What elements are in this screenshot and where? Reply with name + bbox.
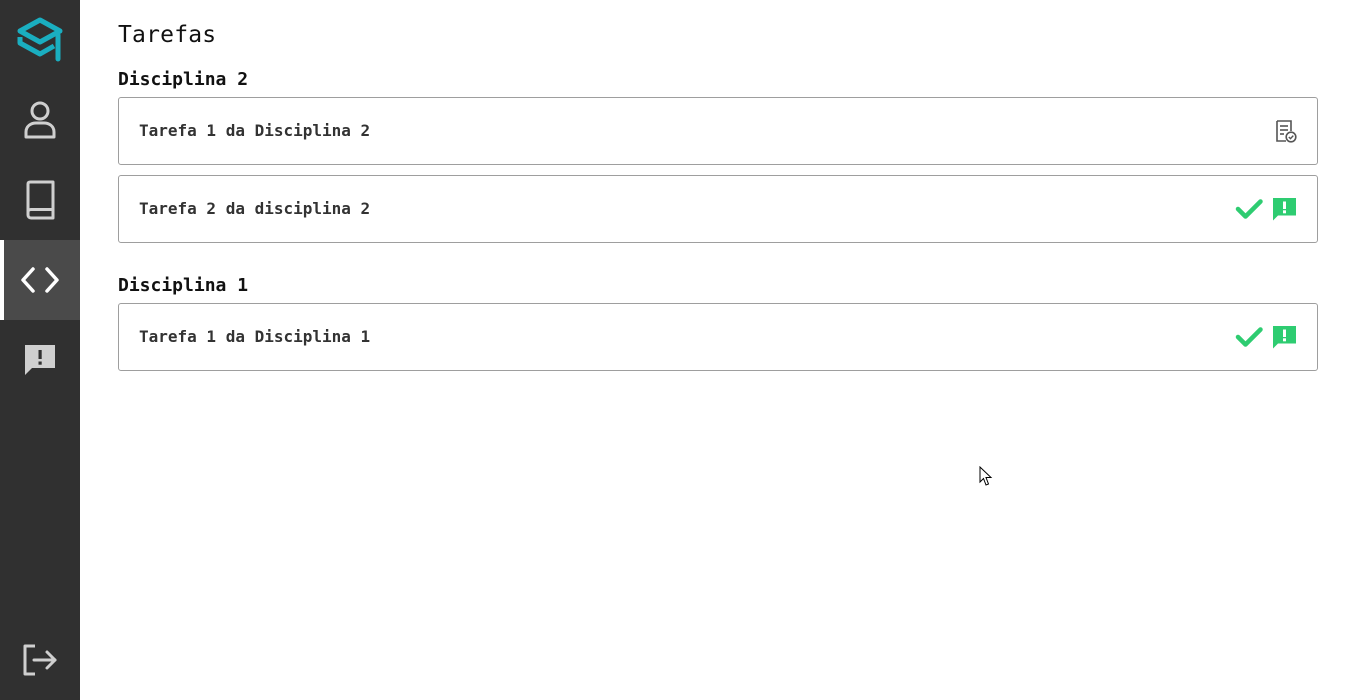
task-card[interactable]: Tarefa 1 da Disciplina 1	[118, 303, 1318, 371]
task-card[interactable]: Tarefa 1 da Disciplina 2	[118, 97, 1318, 165]
feedback-icon[interactable]	[1272, 197, 1297, 222]
nav-item-profile[interactable]	[0, 80, 80, 160]
submission-pending-icon[interactable]	[1275, 119, 1297, 143]
logout-icon	[23, 644, 57, 676]
nav-item-tasks[interactable]	[0, 240, 80, 320]
task-status-icons	[1275, 98, 1297, 164]
logout-button[interactable]	[0, 620, 80, 700]
book-icon	[26, 180, 55, 220]
nav-item-feedback[interactable]	[0, 320, 80, 400]
task-label: Tarefa 2 da disciplina 2	[139, 199, 371, 218]
task-label: Tarefa 1 da Disciplina 1	[139, 327, 371, 346]
user-icon	[24, 101, 56, 139]
task-label: Tarefa 1 da Disciplina 2	[139, 121, 371, 140]
check-icon	[1235, 327, 1263, 347]
app-logo[interactable]	[0, 0, 80, 80]
code-icon	[21, 267, 59, 293]
feedback-icon[interactable]	[1272, 325, 1297, 350]
page-title: Tarefas	[118, 22, 217, 48]
graduation-cap-logo-icon	[17, 17, 63, 62]
task-status-icons	[1235, 304, 1297, 370]
mouse-cursor-icon	[979, 466, 993, 486]
check-icon	[1235, 199, 1263, 219]
section-title: Disciplina 2	[118, 69, 249, 90]
task-status-icons	[1235, 176, 1297, 242]
nav-item-subjects[interactable]	[0, 160, 80, 240]
sidebar	[0, 0, 80, 700]
section-title: Disciplina 1	[118, 275, 249, 296]
message-alert-icon	[25, 345, 55, 375]
task-card[interactable]: Tarefa 2 da disciplina 2	[118, 175, 1318, 243]
